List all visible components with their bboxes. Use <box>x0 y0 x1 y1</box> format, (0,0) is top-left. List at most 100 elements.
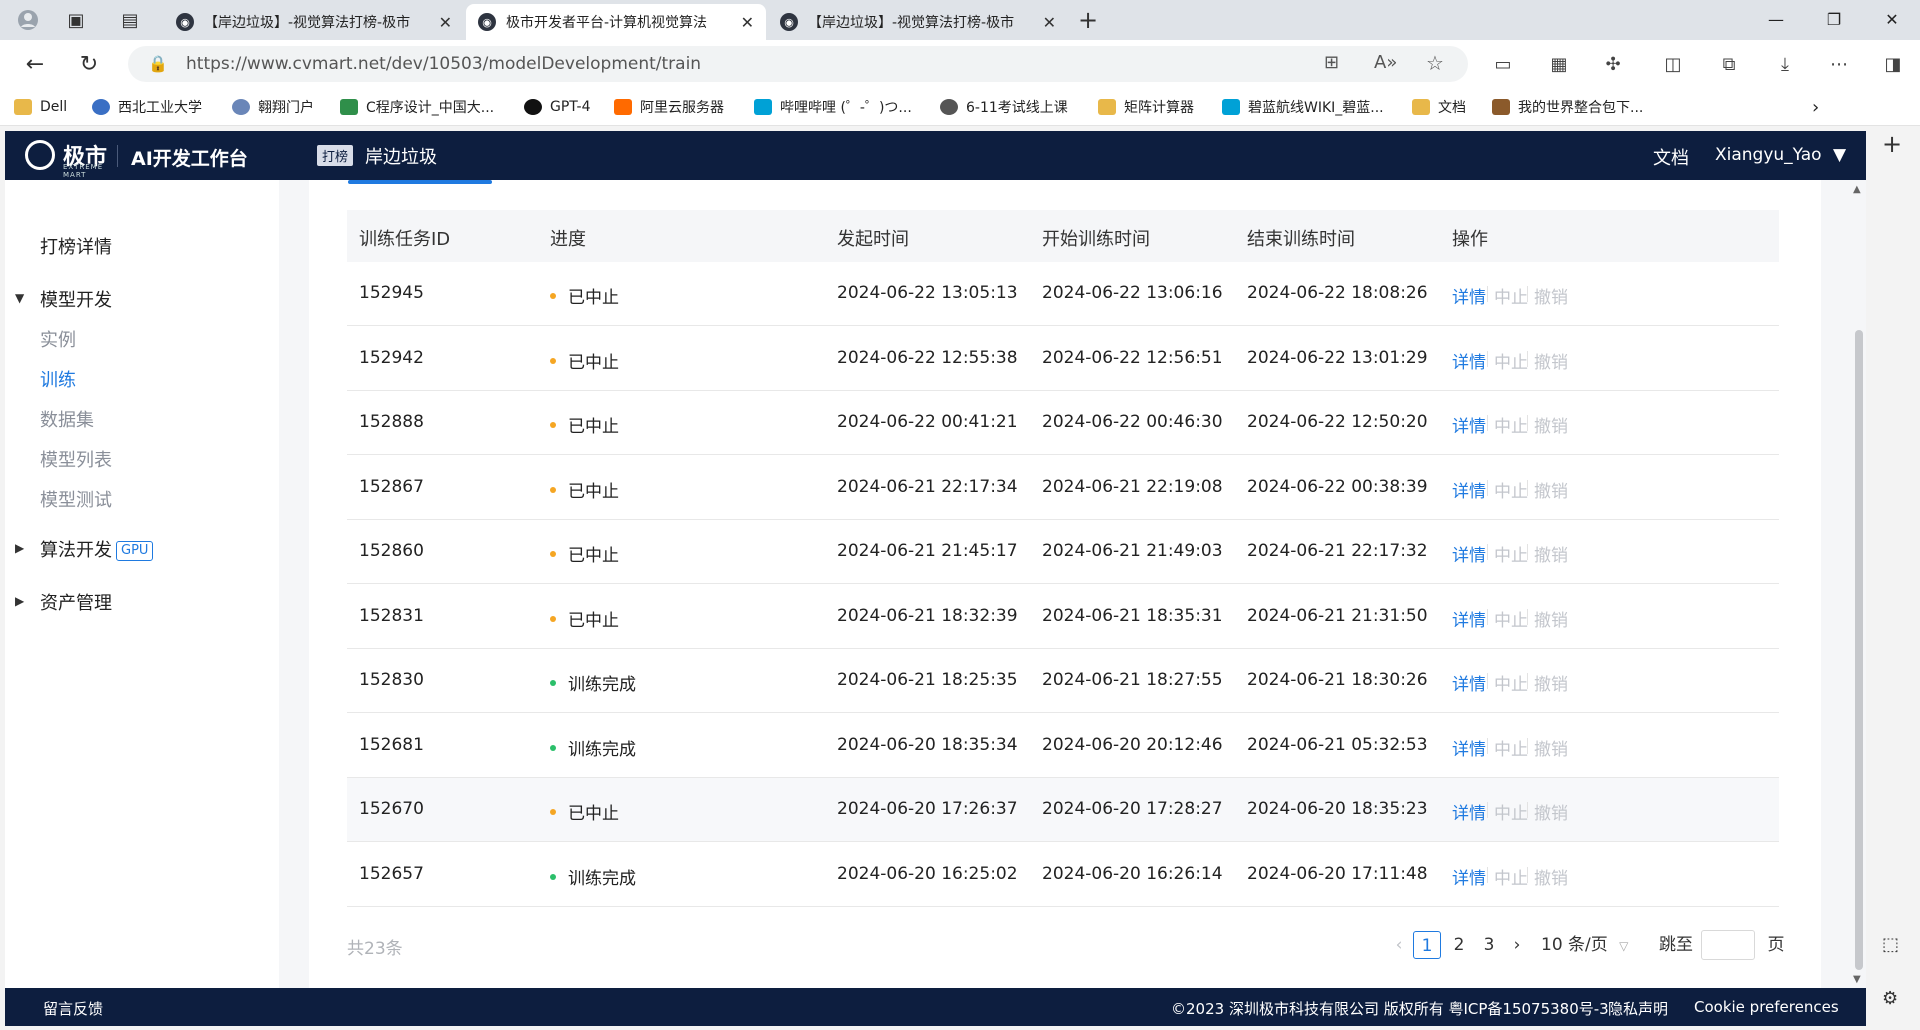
feedback-link[interactable]: 留言反馈 <box>43 998 103 1019</box>
browser-tab-2[interactable]: ◉ 极市开发者平台-计算机视觉算法 ✕ <box>466 4 766 40</box>
tab-actions-icon[interactable]: ▤ <box>116 6 144 34</box>
jump-page-input[interactable] <box>1701 930 1755 960</box>
detail-link[interactable]: 详情 <box>1452 799 1486 824</box>
detail-link[interactable]: 详情 <box>1452 348 1486 373</box>
detail-link[interactable]: 详情 <box>1452 864 1486 889</box>
new-tab-icon[interactable]: + <box>1074 6 1102 34</box>
restore-icon[interactable]: ❐ <box>1814 6 1854 34</box>
app-title: AI开发工作台 <box>131 148 248 170</box>
page-3-button[interactable]: 3 <box>1477 931 1501 959</box>
back-icon[interactable]: ← <box>20 50 50 80</box>
status-text: 已中止 <box>568 610 619 631</box>
scroll-thumb[interactable] <box>1855 330 1863 970</box>
cell-status: 已中止 <box>550 799 619 824</box>
games-icon[interactable]: ▦ <box>1546 52 1572 78</box>
minimize-icon[interactable]: — <box>1756 6 1796 34</box>
detail-link[interactable]: 详情 <box>1452 735 1486 760</box>
detail-link[interactable]: 详情 <box>1452 541 1486 566</box>
next-page-icon[interactable]: › <box>1507 931 1527 959</box>
prev-page-icon[interactable]: ‹ <box>1389 931 1409 959</box>
cell-train-end: 2024-06-21 18:30:26 <box>1247 670 1428 690</box>
caret-down-icon[interactable]: ▼ <box>15 291 24 305</box>
stop-button: 中止 <box>1494 352 1528 373</box>
cell-train-end: 2024-06-22 00:38:39 <box>1247 476 1428 497</box>
page-scrollbar[interactable]: ▲ ▼ <box>1851 180 1866 988</box>
close-tab-icon[interactable]: ✕ <box>741 13 754 32</box>
bookmark-item[interactable]: C程序设计_中国大... <box>340 97 494 117</box>
sidebar-group-model-dev[interactable]: 模型开发 <box>40 286 112 312</box>
docs-link[interactable]: 文档 <box>1653 144 1689 170</box>
bookmark-item[interactable]: Dell <box>14 97 67 117</box>
bookmark-item[interactable]: 碧蓝航线WIKI_碧蓝... <box>1222 97 1384 117</box>
screenshot-icon[interactable]: ⬚ <box>1882 934 1899 955</box>
pi-icon <box>1098 99 1116 115</box>
sidebar-toggle-icon[interactable]: ◨ <box>1880 52 1906 78</box>
sidebar-group-algo-dev[interactable]: 算法开发 GPU <box>40 536 154 562</box>
detail-link[interactable]: 详情 <box>1452 477 1486 502</box>
url-field[interactable]: 🔒 https://www.cvmart.net/dev/10503/model… <box>128 46 1468 82</box>
app-available-icon[interactable]: ⊞ <box>1324 52 1339 73</box>
download-icon[interactable]: ⤓ <box>1772 52 1798 78</box>
close-tab-icon[interactable]: ✕ <box>1043 13 1056 32</box>
status-dot-icon <box>550 615 556 622</box>
collections-toolbar-icon[interactable]: ⧉ <box>1716 52 1742 78</box>
privacy-link[interactable]: 隐私声明 <box>1608 998 1668 1019</box>
bookmark-item[interactable]: 矩阵计算器 <box>1098 97 1194 117</box>
caret-right-icon[interactable]: ▶ <box>15 541 24 555</box>
favorite-star-icon[interactable]: ☆ <box>1426 51 1444 75</box>
page-1-button[interactable]: 1 <box>1413 931 1441 959</box>
sidebar-group-assets[interactable]: 资产管理 <box>40 589 112 615</box>
status-dot-icon <box>550 680 556 686</box>
more-menu-icon[interactable]: ⋯ <box>1826 52 1852 78</box>
bookmark-item[interactable]: 翱翔门户 <box>232 97 314 117</box>
bookmark-item[interactable]: GPT-4 <box>524 97 591 117</box>
sidebar-item-instance[interactable]: 实例 <box>40 326 76 352</box>
scroll-down-icon[interactable]: ▼ <box>1853 974 1861 985</box>
bookmark-label: C程序设计_中国大... <box>366 100 495 116</box>
bookmark-item[interactable]: 阿里云服务器 <box>614 97 724 117</box>
cookie-preferences-link[interactable]: Cookie preferences <box>1694 998 1839 1016</box>
bookmark-item[interactable]: 我的世界整合包下... <box>1492 97 1643 117</box>
page-size-select[interactable]: 10 条/页 ▽ <box>1541 931 1641 959</box>
user-menu[interactable]: Xiangyu_Yao ▼ <box>1715 145 1846 165</box>
bookmark-label: 翱翔门户 <box>258 100 314 116</box>
close-window-icon[interactable]: ✕ <box>1872 6 1912 34</box>
bookmark-item[interactable]: 6-11考试线上课 <box>940 97 1068 117</box>
sidebar-item-model-test[interactable]: 模型测试 <box>40 486 112 512</box>
sidebar-item-model-list[interactable]: 模型列表 <box>40 446 112 472</box>
url-text: https://www.cvmart.net/dev/10503/modelDe… <box>186 54 702 74</box>
sidebar-item-leaderboard[interactable]: 打榜详情 <box>40 233 112 259</box>
page-2-button[interactable]: 2 <box>1447 931 1471 959</box>
bookmark-item[interactable]: 哔哩哔哩 (゜-゜)つ... <box>754 97 912 117</box>
detail-link[interactable]: 详情 <box>1452 412 1486 437</box>
profile-icon[interactable] <box>14 6 42 34</box>
bookmark-item[interactable]: 文档 <box>1412 97 1466 117</box>
scroll-up-icon[interactable]: ▲ <box>1853 184 1861 195</box>
read-aloud-icon[interactable]: A» <box>1374 52 1397 73</box>
detail-link[interactable]: 详情 <box>1452 670 1486 695</box>
revoke-button: 撤销 <box>1534 288 1568 308</box>
extensions-icon[interactable]: ✣ <box>1600 52 1626 78</box>
split-screen-icon[interactable]: ◫ <box>1660 52 1686 78</box>
bookmark-label: 碧蓝航线WIKI_碧蓝... <box>1248 100 1384 116</box>
add-sidebar-app-icon[interactable]: + <box>1882 130 1902 158</box>
refresh-icon[interactable]: ↻ <box>74 50 104 80</box>
collections-icon[interactable]: ▣ <box>62 6 90 34</box>
screen-cast-icon[interactable]: ▭ <box>1490 52 1516 78</box>
lock-icon[interactable]: 🔒 <box>148 54 168 73</box>
detail-link[interactable]: 详情 <box>1452 283 1486 308</box>
close-tab-icon[interactable]: ✕ <box>439 13 452 32</box>
bookmarks-more-icon[interactable]: › <box>1812 97 1819 118</box>
sidebar-settings-icon[interactable]: ⚙ <box>1882 988 1898 1009</box>
sidebar-item-dataset[interactable]: 数据集 <box>40 406 94 432</box>
caret-right-icon[interactable]: ▶ <box>15 594 24 608</box>
page-unit-label: 页 <box>1767 935 1785 955</box>
action-separator <box>1527 544 1528 560</box>
detail-link[interactable]: 详情 <box>1452 606 1486 631</box>
browser-tab-3[interactable]: ◉ 【岸边垃圾】-视觉算法打榜-极市 ✕ <box>768 4 1068 40</box>
brand-logo[interactable]: 极市 EXTREME MART <box>25 139 107 179</box>
status-text: 已中止 <box>568 352 619 373</box>
bookmark-item[interactable]: 西北工业大学 <box>92 97 202 117</box>
browser-tab-1[interactable]: ◉ 【岸边垃圾】-视觉算法打榜-极市 ✕ <box>164 4 464 40</box>
sidebar-item-training[interactable]: 训练 <box>40 366 76 392</box>
